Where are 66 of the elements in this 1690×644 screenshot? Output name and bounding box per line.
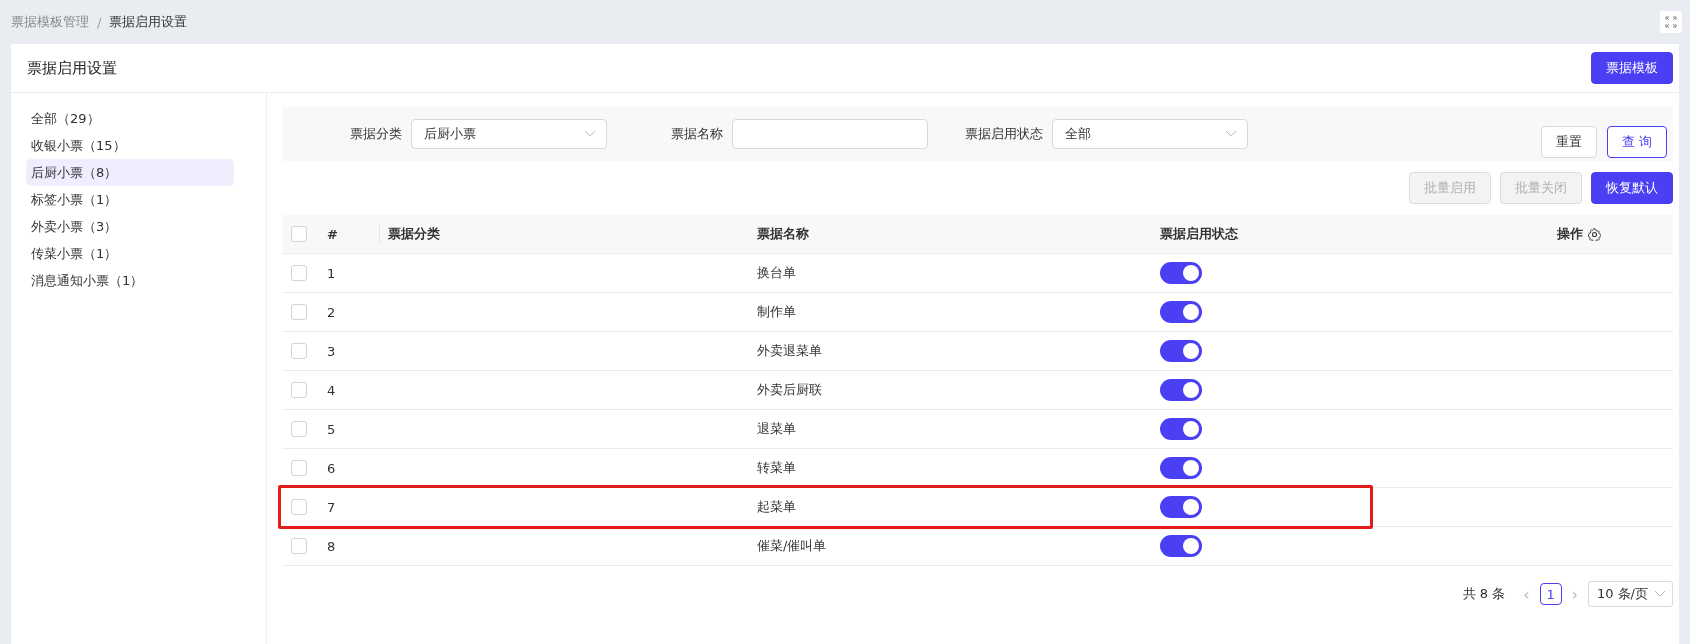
table-cell-text: 4 <box>327 382 337 398</box>
row-checkbox[interactable] <box>291 265 307 281</box>
row-checkbox[interactable] <box>291 421 307 437</box>
row-checkbox[interactable] <box>291 538 307 554</box>
filter-label: 票据分类 <box>350 125 402 143</box>
filter-label: 票据启用状态 <box>965 125 1043 143</box>
table-cell-text: 转菜单 <box>757 459 797 477</box>
row-checkbox[interactable] <box>291 499 307 515</box>
select-field[interactable]: 全部 <box>1052 119 1248 149</box>
query-button[interactable]: 查 询 <box>1606 126 1667 158</box>
row-checkbox[interactable] <box>291 343 307 359</box>
sidebar-item[interactable]: 外卖小票（3） <box>26 213 234 240</box>
column-header: 票据启用状态 <box>1160 225 1239 243</box>
page-button[interactable]: 1 <box>1539 583 1562 605</box>
chevron-down-icon <box>584 130 596 138</box>
page-title: 票据启用设置 <box>27 58 117 78</box>
breadcrumb-separator: / <box>97 14 102 30</box>
table-cell-text: 催菜/催叫单 <box>757 537 828 555</box>
table-cell-text: 3 <box>327 343 337 359</box>
input-field[interactable] <box>732 119 928 149</box>
table-cell-text: 1 <box>327 265 337 281</box>
select-field[interactable]: 后厨小票 <box>411 119 607 149</box>
column-header: 票据分类 <box>379 224 757 244</box>
sidebar-item[interactable]: 传菜小票（1） <box>26 240 234 267</box>
table-cell-text: 6 <box>327 460 337 476</box>
fullscreen-button[interactable] <box>1660 11 1682 33</box>
toggle-switch[interactable] <box>1160 496 1202 518</box>
total-count: 共 8 条 <box>1462 585 1506 603</box>
toggle-switch[interactable] <box>1160 262 1202 284</box>
sidebar-item[interactable]: 收银小票（15） <box>26 132 234 159</box>
toggle-switch[interactable] <box>1160 418 1202 440</box>
bulk-action-button[interactable]: 恢复默认 <box>1591 172 1673 204</box>
row-checkbox[interactable] <box>291 382 307 398</box>
toggle-switch[interactable] <box>1160 301 1202 323</box>
row-checkbox[interactable] <box>291 304 307 320</box>
sidebar-item[interactable]: 全部（29） <box>26 105 234 132</box>
chevron-down-icon <box>1225 130 1237 138</box>
sidebar-item[interactable]: 后厨小票（8） <box>26 159 234 186</box>
expand-icon <box>1665 16 1677 28</box>
sidebar-item[interactable]: 消息通知小票（1） <box>26 267 234 294</box>
filter-label: 票据名称 <box>671 125 723 143</box>
toggle-switch[interactable] <box>1160 535 1202 557</box>
table-cell-text: 外卖后厨联 <box>757 381 823 399</box>
table-cell-text: 换台单 <box>757 264 797 282</box>
table-cell-text: 退菜单 <box>757 420 797 438</box>
column-header: 票据名称 <box>757 225 810 243</box>
table-cell-text: 5 <box>327 421 337 437</box>
reset-button[interactable]: 重置 <box>1540 126 1597 158</box>
select-all-checkbox[interactable] <box>291 226 307 242</box>
table-cell-text: 制作单 <box>757 303 797 321</box>
table-cell-text: 2 <box>327 304 337 320</box>
table-cell-text: 8 <box>327 538 337 554</box>
toggle-switch[interactable] <box>1160 379 1202 401</box>
toggle-switch[interactable] <box>1160 457 1202 479</box>
toggle-switch[interactable] <box>1160 340 1202 362</box>
row-checkbox[interactable] <box>291 460 307 476</box>
chevron-down-icon <box>1654 590 1666 598</box>
table-cell-text: 起菜单 <box>757 498 797 516</box>
table-cell-text: 7 <box>327 499 337 515</box>
column-header: 操作 <box>1557 225 1583 243</box>
template-button[interactable]: 票据模板 <box>1591 52 1673 84</box>
table-cell-text: 外卖退菜单 <box>757 342 823 360</box>
settings-icon[interactable] <box>1588 227 1601 241</box>
page-size-select[interactable]: 10 条/页 <box>1587 581 1673 607</box>
column-header: # <box>327 226 339 242</box>
sidebar-item[interactable]: 标签小票（1） <box>26 186 234 213</box>
